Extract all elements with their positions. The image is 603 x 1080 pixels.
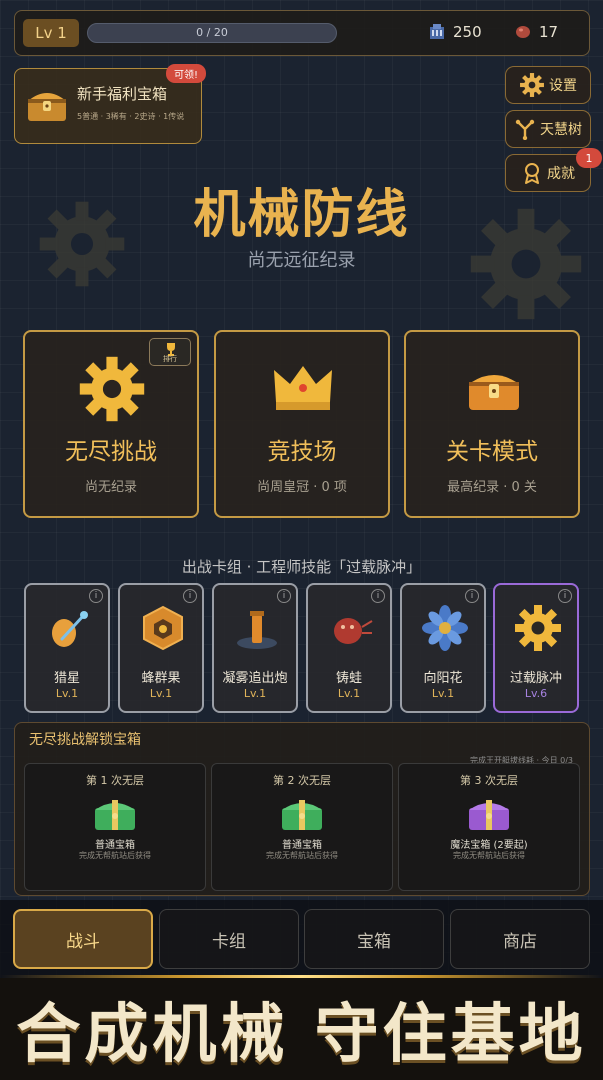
deck-card[interactable]: i 蜂群果 Lv.1 <box>118 583 204 713</box>
chest-slot-header: 第 2 次无层 <box>273 774 331 787</box>
currency-b[interactable]: 17 <box>515 23 558 41</box>
hexagon-hive-icon <box>143 605 183 651</box>
chest-name: 普通宝箱 <box>282 840 322 851</box>
deck-card[interactable]: i 凝雾追出炮 Lv.1 <box>212 583 298 713</box>
mode-name: 无尽挑战 <box>65 439 157 465</box>
card-name: 铸蛙 <box>335 671 362 686</box>
mode-arena[interactable]: 竞技场 尚周皇冠 · 0 项 <box>214 330 390 518</box>
green-chest-icon <box>282 800 322 830</box>
deck-card[interactable]: i 猎星 Lv.1 <box>24 583 110 713</box>
newbie-chest-title: 新手福利宝箱 <box>77 85 168 103</box>
mode-endless-challenge[interactable]: 无尽挑战 尚无纪录 排行 <box>23 330 199 518</box>
unlock-chest-slot[interactable]: 第 2 次无层 普通宝箱 完成无帮航站后获得 <box>211 763 393 891</box>
card-level: Lv.1 <box>243 687 267 700</box>
star-hunter-icon <box>52 611 88 647</box>
currency-a-value: 250 <box>453 23 482 41</box>
tech-tree-label: 天慧树 <box>540 122 582 138</box>
gem-currency-icon <box>516 26 530 38</box>
building-currency-icon <box>430 24 444 39</box>
game-title: 机械防线 <box>193 184 410 245</box>
unlock-panel-title: 无尽挑战解锁宝箱 <box>29 732 141 748</box>
card-name: 凝雾追出炮 <box>222 671 288 686</box>
chest-desc: 完成无帮航站后获得 <box>266 851 338 860</box>
player-level-badge[interactable]: Lv 1 <box>23 19 79 47</box>
deck-card[interactable]: i 向阳花 Lv.1 <box>400 583 486 713</box>
card-level: Lv.6 <box>524 687 548 700</box>
promo-banner: 合成机械 守住基地 <box>0 978 603 1080</box>
settings-button[interactable]: 设置 <box>505 66 591 104</box>
red-bug-icon <box>334 618 373 644</box>
xp-progress-bar: 0 / 20 <box>87 23 337 43</box>
deck-card-skill[interactable]: i 过载脉冲 Lv.6 <box>493 583 579 713</box>
blue-flower-icon <box>422 605 468 651</box>
mode-record: 尚周皇冠 · 0 项 <box>257 480 347 495</box>
leaderboard-button[interactable]: 排行 <box>149 338 191 366</box>
purple-chest-icon <box>469 800 509 830</box>
unlock-chest-slot[interactable]: 第 1 次无层 普通宝箱 完成无帮航站后获得 <box>24 763 206 891</box>
chest-slot-header: 第 1 次无层 <box>86 774 144 787</box>
tech-tree-button[interactable]: 天慧树 <box>505 110 591 148</box>
card-name: 向阳花 <box>423 671 463 686</box>
chest-slot-header: 第 3 次无层 <box>460 774 518 787</box>
tab-deck[interactable]: 卡组 <box>159 909 299 969</box>
info-icon[interactable]: i <box>183 589 197 603</box>
mode-record: 最高纪录 · 0 关 <box>447 480 537 495</box>
gear-icon <box>515 605 561 651</box>
treasure-chest-icon <box>469 375 519 410</box>
newbie-chest-contents: 5普通 · 3稀有 · 2史诗 · 1传说 <box>77 112 185 121</box>
mode-name: 竞技场 <box>267 439 337 465</box>
treasure-chest-icon <box>28 93 66 121</box>
mode-name: 关卡模式 <box>446 439 538 465</box>
tab-shop[interactable]: 商店 <box>450 909 590 969</box>
gear-icon <box>520 73 544 97</box>
chest-desc: 完成无帮航站后获得 <box>453 851 525 860</box>
card-level: Lv.1 <box>149 687 173 700</box>
mode-stage[interactable]: 关卡模式 最高纪录 · 0 关 <box>404 330 580 518</box>
card-level: Lv.1 <box>337 687 361 700</box>
achievements-count-badge: 1 <box>576 148 602 168</box>
chest-name: 魔法宝箱 (2要起) <box>450 840 528 851</box>
card-name: 蜂群果 <box>141 671 181 686</box>
card-level: Lv.1 <box>55 687 79 700</box>
card-name: 猎星 <box>53 671 80 686</box>
tree-branch-icon <box>515 119 535 140</box>
info-icon[interactable]: i <box>89 589 103 603</box>
card-level: Lv.1 <box>431 687 455 700</box>
top-status-bar: Lv 1 0 / 20 250 17 <box>14 10 590 56</box>
endless-unlock-chests-panel: 无尽挑战解锁宝箱 完成王开艇拔线耗 · 今日 0/3 第 1 次无层 普通宝箱 … <box>14 722 590 896</box>
crown-icon <box>274 366 332 410</box>
mode-record: 尚无纪录 <box>84 480 137 495</box>
promo-banner-text: 合成机械 守住基地 <box>16 998 587 1072</box>
settings-label: 设置 <box>549 78 577 94</box>
info-icon[interactable]: i <box>465 589 479 603</box>
card-name: 过载脉冲 <box>509 671 562 686</box>
currency-a[interactable]: 250 <box>429 23 482 41</box>
chest-desc: 完成无帮航站后获得 <box>79 851 151 860</box>
game-subtitle: 尚无远征纪录 <box>247 250 356 271</box>
xp-progress-text: 0 / 20 <box>196 26 228 39</box>
green-chest-icon <box>95 800 135 830</box>
info-icon[interactable]: i <box>558 589 572 603</box>
currency-b-value: 17 <box>539 23 559 41</box>
chest-name: 普通宝箱 <box>95 840 135 851</box>
deck-label: 出战卡组 · 工程师技能「过载脉冲」 <box>181 558 422 576</box>
deck-card[interactable]: i 铸蛙 Lv.1 <box>306 583 392 713</box>
leaderboard-label: 排行 <box>163 355 177 363</box>
info-icon[interactable]: i <box>371 589 385 603</box>
tab-battle[interactable]: 战斗 <box>13 909 153 969</box>
info-icon[interactable]: i <box>277 589 291 603</box>
cannon-icon <box>237 611 277 649</box>
gear-icon <box>79 356 145 422</box>
tab-chests[interactable]: 宝箱 <box>304 909 444 969</box>
claim-badge[interactable]: 可领! <box>166 64 206 83</box>
unlock-chest-slot[interactable]: 第 3 次无层 魔法宝箱 (2要起) 完成无帮航站后获得 <box>398 763 580 891</box>
